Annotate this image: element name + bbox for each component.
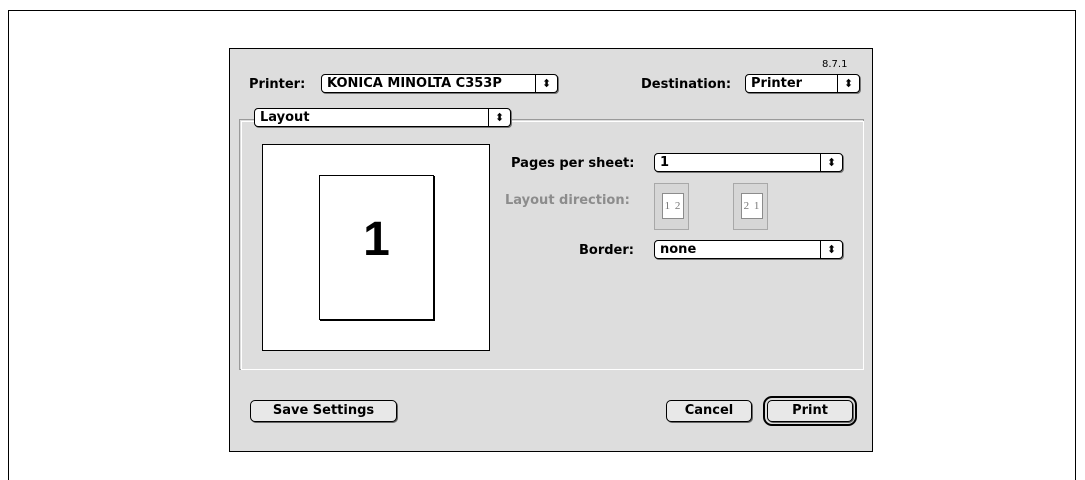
panel-popup[interactable]: Layout ⬍ bbox=[254, 108, 511, 127]
pages-per-sheet-value: 1 bbox=[660, 155, 670, 170]
destination-popup[interactable]: Printer ⬍ bbox=[745, 74, 860, 93]
updown-arrows-icon: ⬍ bbox=[837, 75, 859, 92]
preview-page: 1 bbox=[319, 175, 434, 320]
layout-direction-label: Layout direction: bbox=[505, 193, 630, 208]
direction-left-to-right-button[interactable]: 1 2 bbox=[654, 183, 689, 230]
direction-2-1-icon: 2 1 bbox=[741, 193, 763, 219]
direction-1-2-icon: 1 2 bbox=[662, 193, 684, 219]
destination-value: Printer bbox=[751, 76, 803, 91]
preview-page-number: 1 bbox=[363, 213, 390, 266]
pages-per-sheet-label: Pages per sheet: bbox=[511, 156, 635, 171]
print-dialog: 8.7.1 Printer: KONICA MINOLTA C353P ⬍ De… bbox=[229, 48, 873, 452]
border-popup[interactable]: none ⬍ bbox=[654, 240, 843, 259]
printer-value: KONICA MINOLTA C353P bbox=[327, 76, 502, 91]
updown-arrows-icon: ⬍ bbox=[535, 75, 557, 92]
updown-arrows-icon: ⬍ bbox=[820, 241, 842, 258]
direction-right-to-left-button[interactable]: 2 1 bbox=[733, 183, 768, 230]
updown-arrows-icon: ⬍ bbox=[820, 154, 842, 171]
layout-preview: 1 bbox=[262, 144, 490, 351]
save-settings-button[interactable]: Save Settings bbox=[250, 400, 397, 422]
panel-value: Layout bbox=[260, 110, 310, 125]
version-label: 8.7.1 bbox=[822, 59, 848, 70]
destination-label: Destination: bbox=[641, 77, 732, 92]
border-value: none bbox=[660, 242, 697, 257]
cancel-button[interactable]: Cancel bbox=[666, 400, 752, 422]
printer-popup[interactable]: KONICA MINOLTA C353P ⬍ bbox=[321, 74, 558, 93]
border-label: Border: bbox=[579, 243, 634, 258]
pages-per-sheet-popup[interactable]: 1 ⬍ bbox=[654, 153, 843, 172]
printer-label: Printer: bbox=[249, 77, 306, 92]
print-button[interactable]: Print bbox=[763, 396, 857, 426]
updown-arrows-icon: ⬍ bbox=[488, 109, 510, 126]
